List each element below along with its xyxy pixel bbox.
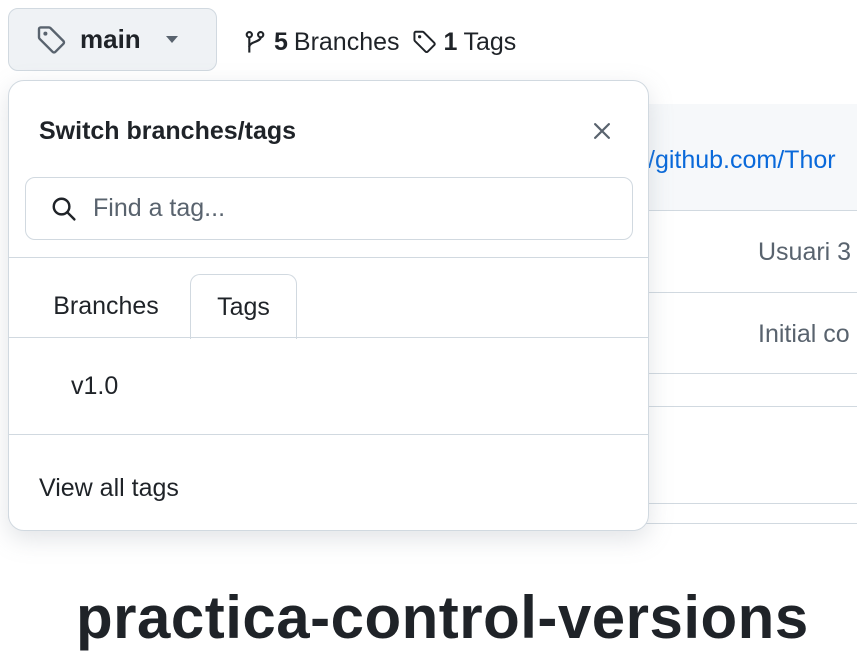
tags-count: 1 xyxy=(443,27,458,56)
clone-url-box: /github.com/Thor xyxy=(640,104,857,210)
view-all-tags-link[interactable]: View all tags xyxy=(39,474,179,503)
clone-url-text[interactable]: /github.com/Thor xyxy=(648,146,836,175)
dropdown-title: Switch branches/tags xyxy=(39,117,297,145)
commit-message[interactable]: Initial co xyxy=(758,320,850,349)
commit-author[interactable]: Usuari 3 xyxy=(758,238,851,267)
tag-item-v1-0[interactable]: v1.0 xyxy=(71,372,118,401)
dropdown-tabs: Branches Tags xyxy=(9,274,648,339)
branches-count: 5 xyxy=(274,27,288,56)
divider xyxy=(9,434,648,435)
git-branch-icon xyxy=(245,31,265,53)
readme-title: practica-control-versions xyxy=(76,584,809,651)
current-branch-label: main xyxy=(80,24,141,54)
branches-label: Branches xyxy=(293,27,400,56)
row-divider xyxy=(640,210,857,211)
tags-label: Tags xyxy=(463,27,517,56)
divider xyxy=(9,257,648,258)
tags-link[interactable]: 1 Tags xyxy=(412,27,517,57)
close-button[interactable] xyxy=(583,112,621,150)
x-icon xyxy=(594,123,610,139)
chevron-down-icon xyxy=(165,36,178,43)
tag-search-field[interactable] xyxy=(25,177,633,240)
tag-icon xyxy=(412,30,436,54)
row-divider xyxy=(640,406,857,407)
search-icon xyxy=(52,197,76,221)
tag-search-input[interactable] xyxy=(93,194,573,223)
branch-tag-dropdown: Switch branches/tags Branches Tags v1.0 … xyxy=(8,80,649,531)
row-divider xyxy=(640,373,857,374)
branches-link[interactable]: 5 Branches xyxy=(242,28,400,57)
tag-icon xyxy=(37,25,66,54)
row-divider xyxy=(640,292,857,293)
branch-switcher-button[interactable]: main xyxy=(8,8,217,71)
tab-tags[interactable]: Tags xyxy=(190,274,297,339)
tabs-underline xyxy=(9,337,648,338)
tab-branches[interactable]: Branches xyxy=(31,274,181,338)
